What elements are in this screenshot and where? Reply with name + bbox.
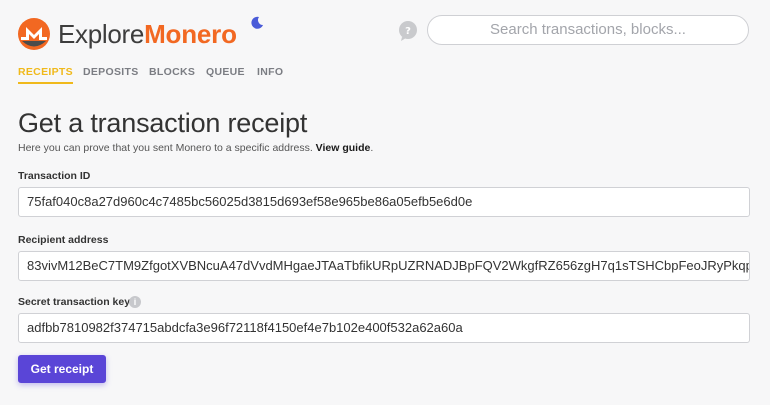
address-label: Recipient address [18, 234, 109, 246]
txid-label: Transaction ID [18, 170, 91, 182]
page-title: Get a transaction receipt [18, 108, 308, 138]
info-icon[interactable]: i [129, 296, 141, 308]
get-receipt-button[interactable]: Get receipt [18, 355, 106, 383]
brand-monero: Monero [144, 19, 237, 49]
nav-tab-deposits[interactable]: DEPOSITS [83, 66, 139, 78]
chat-icon[interactable]: ? [397, 20, 419, 42]
view-guide-link[interactable]: View guide [316, 142, 371, 154]
subtitle-end: . [370, 142, 374, 154]
moon-icon[interactable] [250, 16, 264, 30]
monero-logo-icon[interactable] [18, 18, 50, 50]
page-subtitle: Here you can prove that you sent Monero … [18, 142, 373, 154]
txid-input[interactable]: 75faf040c8a27d960c4c7485bc56025d3815d693… [18, 187, 750, 217]
nav-tab-blocks[interactable]: BLOCKS [149, 66, 195, 78]
nav-tab-info[interactable]: INFO [257, 66, 283, 78]
header: ExploreMonero ? Search transactions, blo… [0, 0, 770, 100]
svg-text:?: ? [405, 26, 411, 37]
subtitle-text: Here you can prove that you sent Monero … [18, 142, 313, 154]
secret-key-input[interactable]: adfbb7810982f374715abdcfa3e96f72118f4150… [18, 313, 750, 343]
search-input[interactable]: Search transactions, blocks... [427, 15, 749, 45]
brand-title[interactable]: ExploreMonero [58, 14, 237, 54]
address-input[interactable]: 83vivM12BeC7TM9ZfgotXVBNcuA47dVvdMHgaeJT… [18, 251, 750, 281]
secret-key-label: Secret transaction key [18, 296, 131, 308]
nav-tab-queue[interactable]: QUEUE [206, 66, 245, 78]
nav-tab-receipts[interactable]: RECEIPTS [18, 66, 73, 84]
brand-explore: Explore [58, 19, 145, 49]
